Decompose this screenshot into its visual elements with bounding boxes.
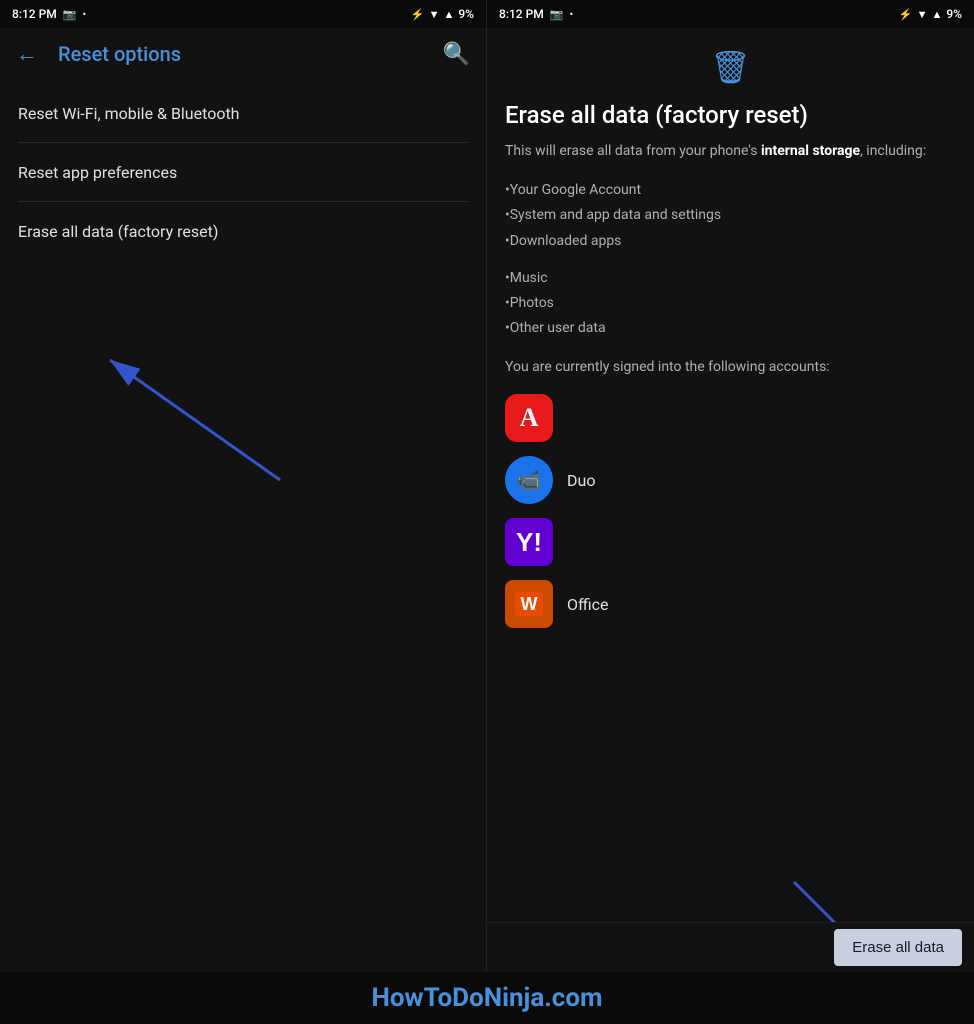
erase-all-data-button[interactable]: Erase all data	[834, 929, 962, 966]
right-screenshot-icon: 📷	[550, 8, 564, 21]
wifi-icon: ▼	[429, 8, 440, 21]
right-dot-icon: •	[569, 8, 573, 21]
svg-text:W: W	[521, 594, 538, 614]
menu-item-factory-reset[interactable]: Erase all data (factory reset)	[0, 202, 486, 261]
watermark-text: HowToDoNinja.com	[371, 983, 602, 1013]
app-bar: ← Reset options 🔍	[0, 28, 486, 80]
menu-item-app-prefs[interactable]: Reset app preferences	[0, 143, 486, 202]
erase-list-group1: •Your Google Account •System and app dat…	[505, 178, 956, 254]
back-button[interactable]: ←	[8, 33, 46, 75]
right-time: 8:12 PM	[499, 7, 544, 21]
menu-item-wifi-reset[interactable]: Reset Wi-Fi, mobile & Bluetooth	[0, 84, 486, 143]
erase-list-group2: •Music •Photos •Other user data	[505, 266, 956, 342]
yahoo-letter: Y!	[516, 527, 542, 558]
screenshot-icon: 📷	[63, 8, 77, 21]
erase-item-google: •Your Google Account	[505, 178, 956, 203]
erase-item-userdata: •Other user data	[505, 316, 956, 341]
right-bottom-bar: Erase all data	[487, 922, 974, 972]
account-row-duo: 📹 Duo	[505, 456, 956, 504]
arrow-annotation-left	[0, 280, 487, 580]
erase-description: This will erase all data from your phone…	[505, 141, 956, 162]
right-signal-icon: ▲	[931, 8, 942, 21]
accounts-section: You are currently signed into the follow…	[505, 357, 956, 628]
erase-item-photos: •Photos	[505, 291, 956, 316]
right-bluetooth-icon: ⚡	[899, 8, 913, 21]
dot-icon: •	[82, 8, 86, 21]
office-logo-svg: W	[513, 588, 545, 620]
trash-icon: 🗑	[710, 48, 751, 86]
search-button[interactable]: 🔍	[435, 34, 478, 75]
watermark: HowToDoNinja.com	[0, 972, 974, 1024]
account-row-adobe: A	[505, 394, 956, 442]
menu-item-wifi-reset-label: Reset Wi-Fi, mobile & Bluetooth	[18, 104, 239, 123]
account-icon-duo: 📹	[505, 456, 553, 504]
adobe-letter: A	[520, 403, 539, 433]
erase-desc-prefix: This will erase all data from your phone…	[505, 143, 761, 159]
account-row-office: W Office	[505, 580, 956, 628]
trash-icon-container: 🗑	[505, 48, 956, 86]
left-panel: 8:12 PM 📷 • ⚡ ▼ ▲ 9% ← Reset options 🔍 R…	[0, 0, 487, 972]
account-label-duo: Duo	[567, 471, 595, 490]
account-icon-office: W	[505, 580, 553, 628]
page-title: Reset options	[58, 42, 423, 66]
right-wifi-icon: ▼	[917, 8, 928, 21]
erase-content: 🗑 Erase all data (factory reset) This wi…	[487, 28, 974, 922]
erase-title: Erase all data (factory reset)	[505, 100, 956, 131]
accounts-intro: You are currently signed into the follow…	[505, 357, 956, 378]
signal-icon: ▲	[443, 8, 454, 21]
left-content-area: Reset Wi-Fi, mobile & Bluetooth Reset ap…	[0, 80, 486, 972]
account-icon-adobe: A	[505, 394, 553, 442]
menu-item-factory-reset-label: Erase all data (factory reset)	[18, 222, 218, 241]
account-row-yahoo: Y!	[505, 518, 956, 566]
left-time: 8:12 PM	[12, 7, 57, 21]
erase-item-apps: •Downloaded apps	[505, 229, 956, 254]
right-status-bar: 8:12 PM 📷 • ⚡ ▼ ▲ 9%	[487, 0, 974, 28]
account-label-office: Office	[567, 595, 609, 614]
left-battery: 9%	[458, 7, 474, 21]
right-panel: 8:12 PM 📷 • ⚡ ▼ ▲ 9% 🗑 Erase all data (f…	[487, 0, 974, 972]
erase-item-music: •Music	[505, 266, 956, 291]
duo-camera-icon: 📹	[517, 468, 542, 492]
menu-list: Reset Wi-Fi, mobile & Bluetooth Reset ap…	[0, 80, 486, 261]
account-icon-yahoo: Y!	[505, 518, 553, 566]
menu-item-app-prefs-label: Reset app preferences	[18, 163, 177, 182]
right-battery: 9%	[946, 7, 962, 21]
erase-desc-bold: internal storage	[761, 143, 860, 159]
bluetooth-icon: ⚡	[411, 8, 425, 21]
left-status-bar: 8:12 PM 📷 • ⚡ ▼ ▲ 9%	[0, 0, 486, 28]
erase-item-system: •System and app data and settings	[505, 203, 956, 228]
erase-desc-suffix: , including:	[860, 143, 926, 159]
